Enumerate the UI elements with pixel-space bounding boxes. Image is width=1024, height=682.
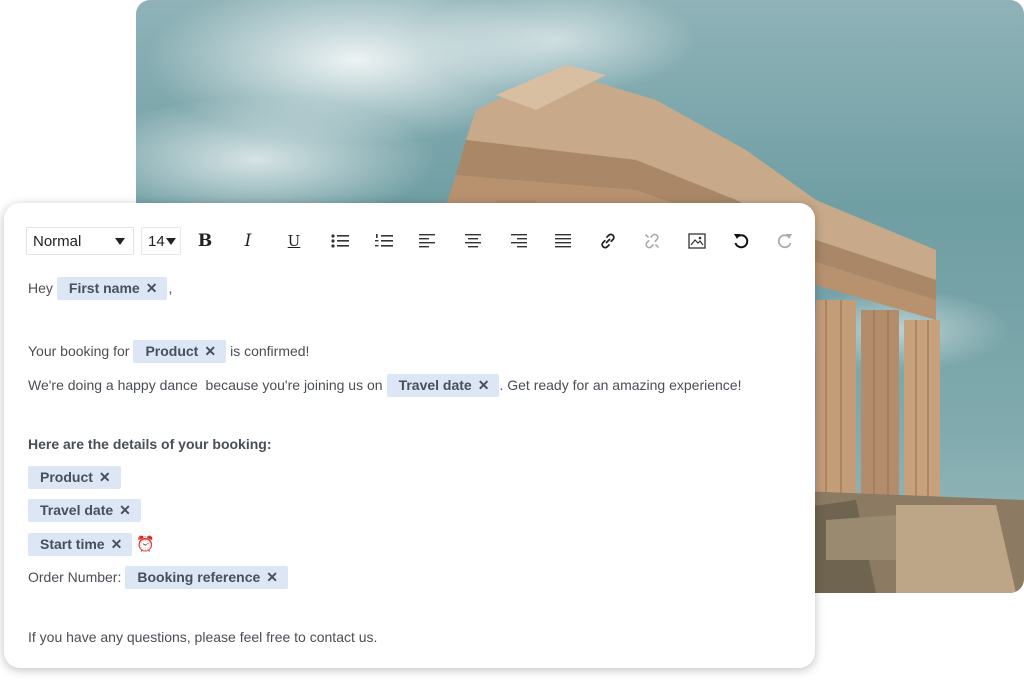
booking-prefix: Your booking for <box>28 343 130 359</box>
close-icon[interactable]: ✕ <box>478 377 490 394</box>
redo-button[interactable] <box>773 229 797 253</box>
chip-label: First name <box>68 280 140 296</box>
chip-label: Booking reference <box>137 569 261 585</box>
paragraph-style-select[interactable]: Normal <box>26 227 134 255</box>
unlink-button[interactable] <box>640 229 664 253</box>
details-heading: Here are the details of your booking: <box>28 436 272 452</box>
image-icon <box>688 233 706 249</box>
close-icon[interactable]: ✕ <box>146 280 158 297</box>
unlink-icon <box>645 233 659 249</box>
chip-label: Travel date <box>398 377 472 393</box>
undo-icon <box>734 234 749 249</box>
align-justify-button[interactable] <box>551 229 575 253</box>
link-button[interactable] <box>596 229 620 253</box>
dance-prefix: We're doing a happy dance because you're… <box>28 377 383 393</box>
greeting-text: Hey <box>28 280 53 296</box>
bullet-list-icon <box>331 234 349 248</box>
order-label: Order Number: <box>28 569 122 585</box>
link-icon <box>601 233 615 249</box>
font-size-value: 14 <box>148 232 165 250</box>
align-left-icon <box>419 234 435 248</box>
chip-label: Travel date <box>40 502 114 518</box>
italic-icon: I <box>244 231 252 251</box>
product-chip[interactable]: Product ✕ <box>133 339 227 363</box>
detail-travel-date-chip[interactable]: Travel date ✕ <box>28 498 141 522</box>
chip-label: Start time <box>40 536 105 552</box>
dance-suffix: . Get ready for an amazing experience! <box>499 377 742 393</box>
undo-button[interactable] <box>729 229 753 253</box>
bold-button[interactable]: B <box>193 229 217 253</box>
dance-line: We're doing a happy dance because you're… <box>28 373 741 397</box>
align-justify-icon <box>555 234 571 248</box>
travel-date-chip[interactable]: Travel date ✕ <box>386 373 500 397</box>
chip-label: Product <box>40 469 93 485</box>
detail-start-time-chip[interactable]: Start time ✕ <box>28 532 133 556</box>
detail-product-chip[interactable]: Product ✕ <box>28 465 121 489</box>
close-icon[interactable]: ✕ <box>119 502 131 519</box>
chevron-down-icon <box>166 238 176 245</box>
greeting-end: , <box>168 280 173 296</box>
font-size-select[interactable]: 14 <box>141 227 181 255</box>
close-icon[interactable]: ✕ <box>111 536 123 553</box>
booking-line: Your booking for Product ✕ is confirmed! <box>28 339 309 363</box>
close-icon[interactable]: ✕ <box>99 469 111 486</box>
italic-button[interactable]: I <box>236 229 260 253</box>
order-number-line: Order Number: Booking reference ✕ <box>28 565 292 589</box>
close-icon[interactable]: ✕ <box>266 569 278 586</box>
align-center-icon <box>465 234 481 248</box>
redo-icon <box>777 234 792 249</box>
chip-label: Product <box>145 343 199 359</box>
alarm-clock-icon: ⏰ <box>136 535 155 553</box>
chevron-down-icon <box>115 238 125 245</box>
detail-line-travel-date: Travel date ✕ <box>28 498 145 522</box>
numbered-list-icon <box>375 234 393 247</box>
underline-icon: U <box>287 232 301 250</box>
email-editor-card: Normal 14 B I U Hey First name ✕ , Your … <box>4 203 815 668</box>
editor-toolbar: Normal 14 B I U <box>26 227 806 255</box>
bullet-list-button[interactable] <box>328 229 352 253</box>
booking-reference-chip[interactable]: Booking reference ✕ <box>125 565 289 589</box>
paragraph-style-value: Normal <box>33 232 82 250</box>
greeting-line: Hey First name ✕ , <box>28 276 172 300</box>
detail-line-product: Product ✕ <box>28 465 125 489</box>
detail-line-start-time: Start time ✕ ⏰ <box>28 532 155 556</box>
align-center-button[interactable] <box>461 229 485 253</box>
close-icon[interactable]: ✕ <box>204 343 216 360</box>
closing-line: If you have any questions, please feel f… <box>28 629 378 645</box>
align-right-button[interactable] <box>506 229 530 253</box>
first-name-chip[interactable]: First name ✕ <box>56 276 168 300</box>
align-right-icon <box>511 234 527 248</box>
align-left-button[interactable] <box>416 229 440 253</box>
bold-icon: B <box>197 231 213 251</box>
numbered-list-button[interactable] <box>372 229 396 253</box>
underline-button[interactable]: U <box>282 229 306 253</box>
booking-suffix: is confirmed! <box>230 343 310 359</box>
image-button[interactable] <box>685 229 709 253</box>
